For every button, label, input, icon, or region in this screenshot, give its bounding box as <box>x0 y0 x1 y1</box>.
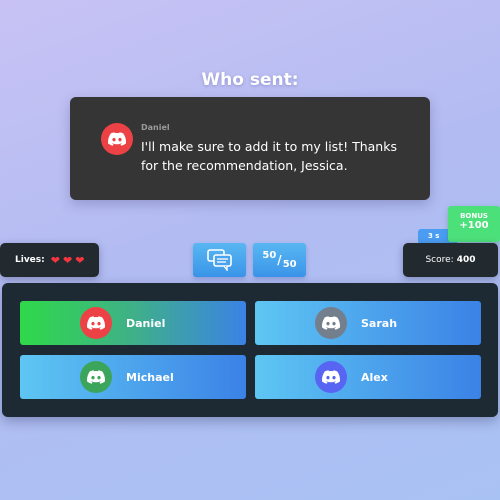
discord-icon <box>87 316 105 330</box>
answer-button-daniel[interactable]: Daniel <box>20 301 246 345</box>
answer-avatar <box>315 361 347 393</box>
fifty-slash: / <box>277 253 282 267</box>
fifty-fifty-button[interactable]: 50 / 50 <box>253 243 306 277</box>
answer-button-alex[interactable]: Alex <box>255 355 481 399</box>
fifty-left: 50 <box>262 249 277 261</box>
score-value: 400 <box>456 255 476 265</box>
answer-avatar <box>80 307 112 339</box>
score-label: Score: <box>425 255 454 265</box>
answer-avatar <box>315 307 347 339</box>
chat-bubbles-icon <box>206 249 232 271</box>
answer-button-michael[interactable]: Michael <box>20 355 246 399</box>
question-title: Who sent: <box>201 70 299 90</box>
message-text: I'll make sure to add it to my list! Tha… <box>141 139 397 173</box>
heart-icon: ❤ <box>75 253 85 267</box>
score-panel: Score: 400 <box>403 243 498 277</box>
answer-label: Daniel <box>126 316 166 330</box>
message-author: Daniel <box>141 123 170 132</box>
heart-icon: ❤ <box>62 253 73 267</box>
answers-panel: Daniel Sarah Michael Alex <box>2 283 498 417</box>
fifty-right: 50 <box>282 258 297 270</box>
message-avatar <box>101 123 133 155</box>
answer-label: Sarah <box>361 316 398 330</box>
answer-button-sarah[interactable]: Sarah <box>255 301 481 345</box>
discord-icon <box>108 132 126 146</box>
answer-label: Michael <box>126 370 174 384</box>
answer-avatar <box>80 361 112 393</box>
heart-icon: ❤ <box>50 253 60 267</box>
message-card: Daniel I'll make sure to add it to my li… <box>70 97 430 200</box>
answer-label: Alex <box>361 370 388 384</box>
discord-icon <box>322 316 340 330</box>
lives-label: Lives: <box>15 255 45 265</box>
chat-hint-button[interactable] <box>193 243 246 277</box>
discord-icon <box>87 370 105 384</box>
lives-panel: Lives: ❤ ❤ ❤ <box>0 243 99 277</box>
bonus-badge: BONUS +100 <box>448 206 500 242</box>
bonus-label: BONUS <box>460 212 488 220</box>
discord-icon <box>322 370 340 384</box>
bonus-value: +100 <box>459 220 489 231</box>
